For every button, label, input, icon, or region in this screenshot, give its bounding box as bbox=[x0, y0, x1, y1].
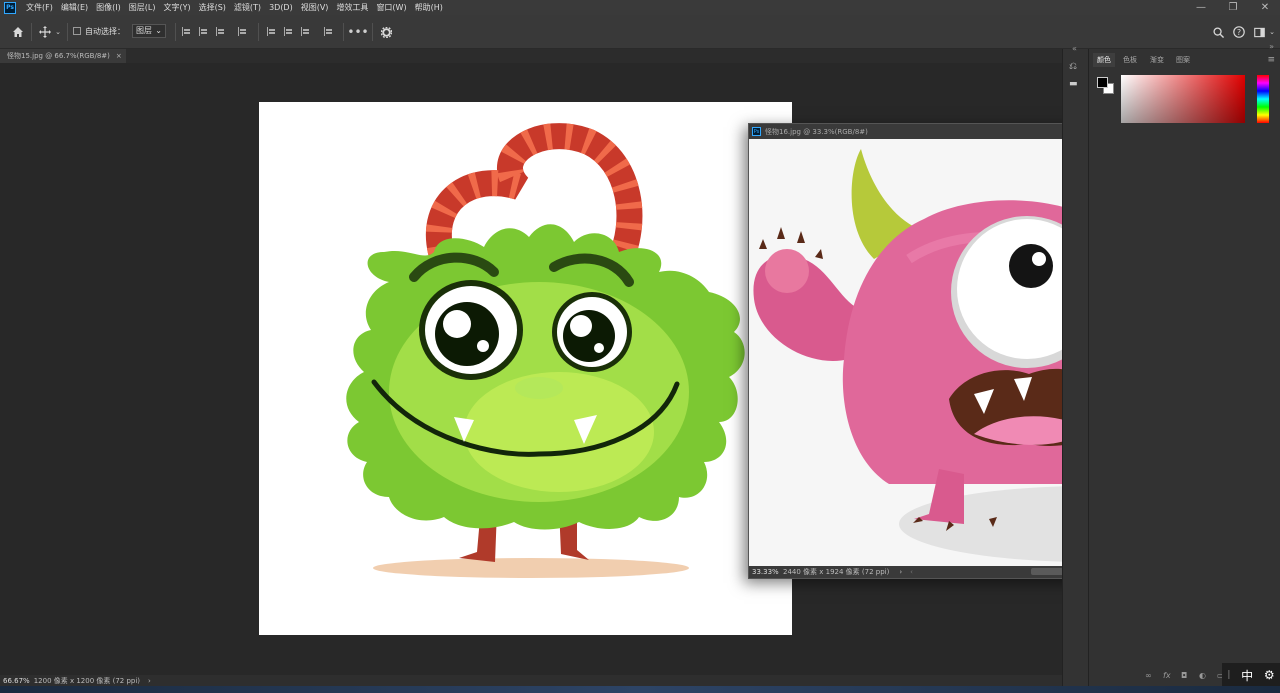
hue-slider[interactable] bbox=[1257, 75, 1269, 123]
floating-window-zoom[interactable]: 33.33% bbox=[749, 568, 783, 576]
settings-button[interactable] bbox=[378, 24, 394, 40]
close-button[interactable]: ✕ bbox=[1250, 0, 1280, 15]
document-tab[interactable]: 怪物15.jpg @ 66.7%(RGB/8#) × bbox=[0, 49, 126, 63]
ime-settings-icon[interactable]: ⚙ bbox=[1264, 668, 1275, 682]
auto-select-target-value: 图层 bbox=[136, 26, 152, 35]
ime-indicator[interactable]: | 中 ⚙ bbox=[1222, 663, 1280, 687]
document-tab-title: 怪物15.jpg @ 66.7%(RGB/8#) bbox=[7, 52, 110, 60]
help-button[interactable]: ? bbox=[1231, 24, 1247, 40]
tab-patterns[interactable]: 图案 bbox=[1172, 53, 1194, 67]
chevron-down-icon: ⌄ bbox=[55, 28, 61, 36]
gear-icon bbox=[380, 26, 392, 38]
menu-plugins[interactable]: 增效工具 bbox=[332, 2, 372, 13]
zoom-level[interactable]: 66.67% bbox=[0, 677, 34, 685]
floating-window-dimensions: 2440 像素 x 1924 像素 (72 ppi) bbox=[783, 568, 890, 576]
svg-text:?: ? bbox=[1237, 28, 1241, 37]
history-icon: ⎌ bbox=[1069, 61, 1077, 72]
status-bar: 66.67% 1200 像素 x 1200 像素 (72 ppi) › bbox=[0, 675, 1062, 686]
menu-view[interactable]: 视图(V) bbox=[297, 2, 333, 13]
move-tool-button[interactable] bbox=[37, 24, 53, 40]
add-mask-icon[interactable]: ◘ bbox=[1181, 671, 1187, 680]
menu-help[interactable]: 帮助(H) bbox=[411, 2, 447, 13]
photoshop-logo: Ps bbox=[752, 127, 761, 136]
workspace-icon bbox=[1253, 27, 1265, 37]
chevron-right-icon[interactable]: › bbox=[148, 677, 151, 685]
menu-3d[interactable]: 3D(D) bbox=[265, 3, 297, 12]
ime-language[interactable]: 中 bbox=[1241, 667, 1253, 684]
more-icon: ••• bbox=[347, 25, 369, 39]
menu-bar: Ps 文件(F) 编辑(E) 图像(I) 图层(L) 文字(Y) 选择(S) 滤… bbox=[0, 0, 1280, 15]
expand-icon[interactable]: » bbox=[1269, 42, 1274, 51]
tab-color[interactable]: 颜色 bbox=[1093, 53, 1115, 67]
taskbar bbox=[0, 686, 1280, 693]
chevron-down-icon: ⌄ bbox=[1269, 28, 1275, 36]
home-button[interactable] bbox=[10, 24, 26, 40]
document-tab-bar: 怪物15.jpg @ 66.7%(RGB/8#) × bbox=[0, 49, 1062, 63]
document-dimensions: 1200 像素 x 1200 像素 (72 ppi) bbox=[33, 676, 141, 685]
restore-button[interactable]: ❐ bbox=[1218, 0, 1248, 15]
color-picker-field[interactable] bbox=[1121, 75, 1245, 123]
auto-select-checkbox[interactable] bbox=[73, 27, 81, 35]
tool-preset-dropdown[interactable]: ⌄ bbox=[53, 24, 63, 40]
menu-window[interactable]: 窗口(W) bbox=[372, 2, 410, 13]
floating-window-title: 怪物16.jpg @ 33.3%(RGB/8#) bbox=[765, 127, 868, 136]
search-icon bbox=[1212, 26, 1224, 38]
green-monster-image bbox=[346, 123, 745, 578]
distribute-icon[interactable] bbox=[238, 27, 247, 36]
align-top-icon[interactable] bbox=[267, 27, 276, 36]
auto-select-target-dropdown[interactable]: 图层 ⌄ bbox=[132, 24, 166, 38]
align-middle-icon[interactable] bbox=[284, 27, 293, 36]
scroll-left-icon[interactable]: ‹ bbox=[910, 568, 913, 576]
align-left-icon[interactable] bbox=[182, 27, 191, 36]
menu-file[interactable]: 文件(F) bbox=[22, 2, 57, 13]
menu-layer[interactable]: 图层(L) bbox=[125, 2, 160, 13]
minimize-button[interactable]: — bbox=[1186, 0, 1216, 15]
right-panel-dock: » 颜色 色板 渐变 图案 ≡ ∞ fx ◘ ◐ ▭ bbox=[1088, 42, 1280, 686]
photoshop-logo: Ps bbox=[4, 1, 16, 14]
close-icon: ✕ bbox=[1260, 2, 1270, 13]
search-button[interactable] bbox=[1210, 24, 1226, 40]
fx-icon[interactable]: fx bbox=[1163, 671, 1171, 680]
comments-panel-button[interactable]: ▬ bbox=[1069, 79, 1083, 93]
auto-select-label: 自动选择： bbox=[85, 27, 125, 36]
panel-icon-strip: « ⎌ ▬ bbox=[1062, 44, 1088, 686]
chevron-right-icon[interactable]: › bbox=[899, 568, 902, 576]
menu-select[interactable]: 选择(S) bbox=[195, 2, 230, 13]
home-icon bbox=[13, 27, 23, 37]
ime-separator: | bbox=[1227, 670, 1231, 680]
tab-gradients[interactable]: 渐变 bbox=[1146, 53, 1168, 67]
more-options-button[interactable]: ••• bbox=[347, 24, 369, 40]
align-bottom-icon[interactable] bbox=[301, 27, 310, 36]
distribute-vertical-icon[interactable] bbox=[324, 27, 333, 36]
align-right-icon[interactable] bbox=[216, 27, 225, 36]
chevron-down-icon: ⌄ bbox=[155, 26, 162, 35]
collapse-icon[interactable]: « bbox=[1072, 44, 1077, 53]
help-icon: ? bbox=[1233, 26, 1245, 38]
link-layers-icon[interactable]: ∞ bbox=[1145, 671, 1152, 680]
menu-filter[interactable]: 滤镜(T) bbox=[230, 2, 265, 13]
adjustment-layer-icon[interactable]: ◐ bbox=[1199, 671, 1206, 680]
workspace-button[interactable] bbox=[1251, 24, 1267, 40]
menu-type[interactable]: 文字(Y) bbox=[159, 2, 194, 13]
foreground-color-swatch[interactable] bbox=[1097, 77, 1108, 88]
restore-icon: ❐ bbox=[1228, 2, 1238, 13]
move-icon bbox=[39, 26, 51, 38]
panel-menu-icon[interactable]: ≡ bbox=[1267, 55, 1275, 65]
options-bar: ⌄ 自动选择： 图层 ⌄ ••• ? ⌄ bbox=[0, 15, 1280, 49]
menu-edit[interactable]: 编辑(E) bbox=[57, 2, 92, 13]
document-canvas[interactable] bbox=[259, 102, 792, 635]
minimize-icon: — bbox=[1196, 2, 1206, 13]
workspace-dropdown[interactable]: ⌄ bbox=[1267, 24, 1277, 40]
tab-close-icon[interactable]: × bbox=[116, 52, 122, 60]
menu-image[interactable]: 图像(I) bbox=[92, 2, 125, 13]
align-center-icon[interactable] bbox=[199, 27, 208, 36]
tab-swatches[interactable]: 色板 bbox=[1119, 53, 1141, 67]
history-panel-button[interactable]: ⎌ bbox=[1069, 61, 1083, 75]
comment-icon: ▬ bbox=[1069, 79, 1078, 89]
